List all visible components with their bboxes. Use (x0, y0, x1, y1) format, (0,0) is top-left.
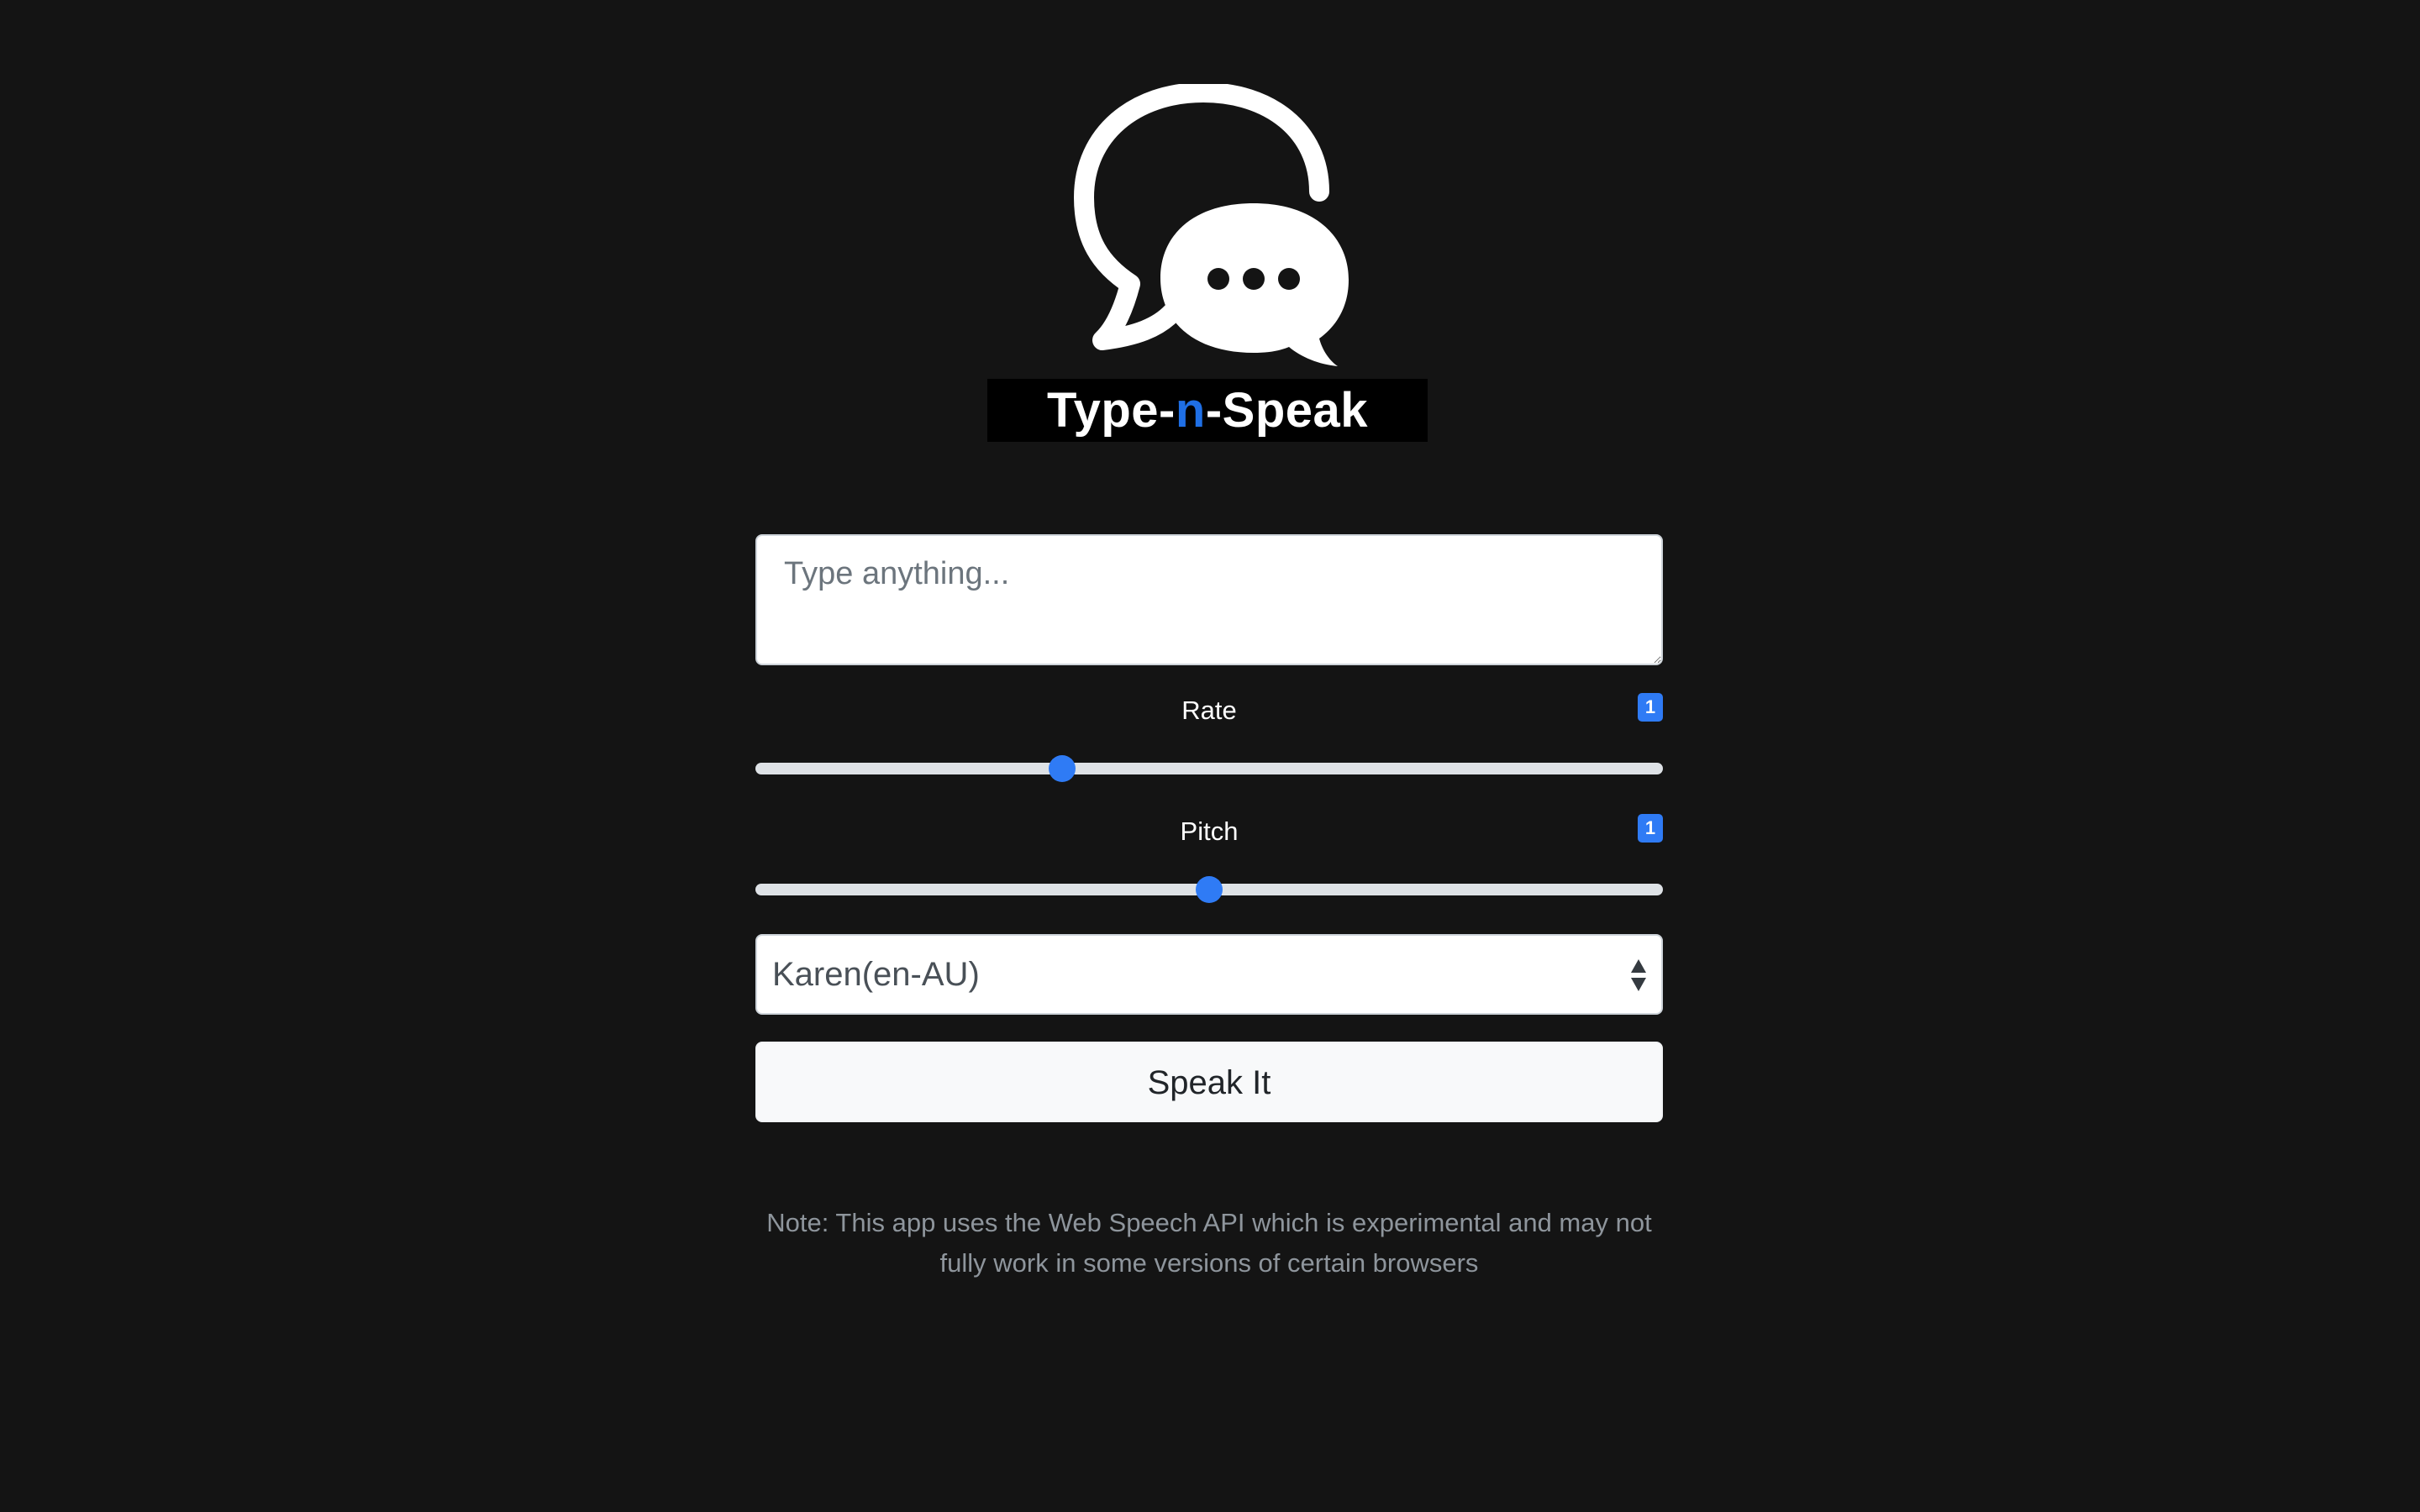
pitch-label: Pitch (1180, 816, 1239, 846)
browser-note: Note: This app uses the Web Speech API w… (755, 1203, 1663, 1284)
rate-slider[interactable] (755, 755, 1663, 782)
select-arrows-icon (1631, 959, 1646, 991)
voice-select-value: Karen(en-AU) (772, 955, 980, 993)
app-logo: Type-n -Speak (987, 84, 1428, 444)
rate-label: Rate (1181, 696, 1237, 725)
pitch-value-badge: 1 (1638, 814, 1663, 843)
rate-slider-thumb[interactable] (1049, 755, 1076, 782)
pitch-slider[interactable] (755, 876, 1663, 903)
logo-title: Type-n -Speak (987, 379, 1428, 442)
logo-title-part2: -Speak (1205, 383, 1369, 438)
logo-title-part1: Type- (1046, 383, 1176, 438)
speak-it-button[interactable]: Speak It (755, 1042, 1663, 1122)
browser-note-line2: fully work in some versions of certain b… (939, 1248, 1479, 1278)
browser-note-line1: Note: This app uses the Web Speech API w… (766, 1208, 1652, 1237)
pitch-slider-thumb[interactable] (1196, 876, 1223, 903)
text-input[interactable] (755, 534, 1663, 665)
speech-bubbles-icon (1074, 84, 1349, 366)
rate-value-badge: 1 (1638, 693, 1663, 722)
voice-select[interactable]: Karen(en-AU) (755, 934, 1663, 1015)
logo-title-accent: n (1175, 383, 1206, 438)
